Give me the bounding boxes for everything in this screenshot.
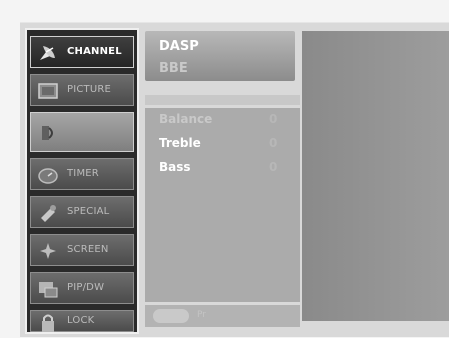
hint-text: Pr — [197, 310, 206, 320]
menu-item-timer[interactable]: TIMER — [30, 158, 134, 190]
picture-icon — [37, 80, 59, 102]
menu-option-bass[interactable]: Bass — [159, 160, 191, 174]
menu-item-label: SPECIAL — [67, 206, 110, 217]
menu-item-label: PICTURE — [67, 84, 112, 95]
sound-effects-panel: DASP BBE — [145, 31, 295, 81]
menu-option-bbe[interactable]: BBE — [159, 61, 188, 76]
menu-item-special[interactable]: SPECIAL — [30, 196, 134, 228]
special-icon — [37, 202, 59, 224]
preview-area — [302, 31, 449, 321]
bass-value: 0 — [269, 160, 278, 174]
lock-icon — [37, 312, 59, 334]
treble-value: 0 — [269, 136, 278, 150]
screen-icon — [37, 240, 59, 262]
menu-item-channel[interactable]: CHANNEL — [30, 36, 134, 68]
menu-item-lock[interactable]: LOCK — [30, 310, 134, 332]
menu-item-picture[interactable]: PICTURE — [30, 74, 134, 106]
menu-item-label: TIMER — [67, 168, 99, 179]
main-menu-sidebar: CHANNEL PICTURE TIMER SPECIAL SCREEN PIP… — [25, 28, 139, 334]
menu-item-pip-dw[interactable]: PIP/DW — [30, 272, 134, 304]
menu-item-screen[interactable]: SCREEN — [30, 234, 134, 266]
hint-button-pill — [153, 309, 189, 323]
timer-icon — [37, 164, 59, 186]
menu-item-label: PIP/DW — [67, 282, 105, 293]
balance-value: 0 — [269, 112, 278, 126]
menu-option-balance[interactable]: Balance — [159, 112, 212, 126]
menu-option-treble[interactable]: Treble — [159, 136, 201, 150]
bottom-hint-bar: Pr — [145, 305, 300, 327]
divider — [145, 95, 300, 105]
menu-option-dasp[interactable]: DASP — [159, 39, 199, 54]
satellite-dish-icon — [37, 42, 59, 64]
menu-item-label: LOCK — [67, 315, 95, 326]
menu-item-label: CHANNEL — [67, 46, 122, 57]
tv-osd-menu: CHANNEL PICTURE TIMER SPECIAL SCREEN PIP… — [20, 22, 449, 337]
menu-item-label: SCREEN — [67, 244, 109, 255]
menu-item-audio[interactable] — [30, 112, 134, 152]
speaker-icon — [37, 122, 59, 144]
pip-icon — [37, 278, 59, 300]
sound-settings-panel: Balance 0 Treble 0 Bass 0 — [145, 108, 300, 302]
